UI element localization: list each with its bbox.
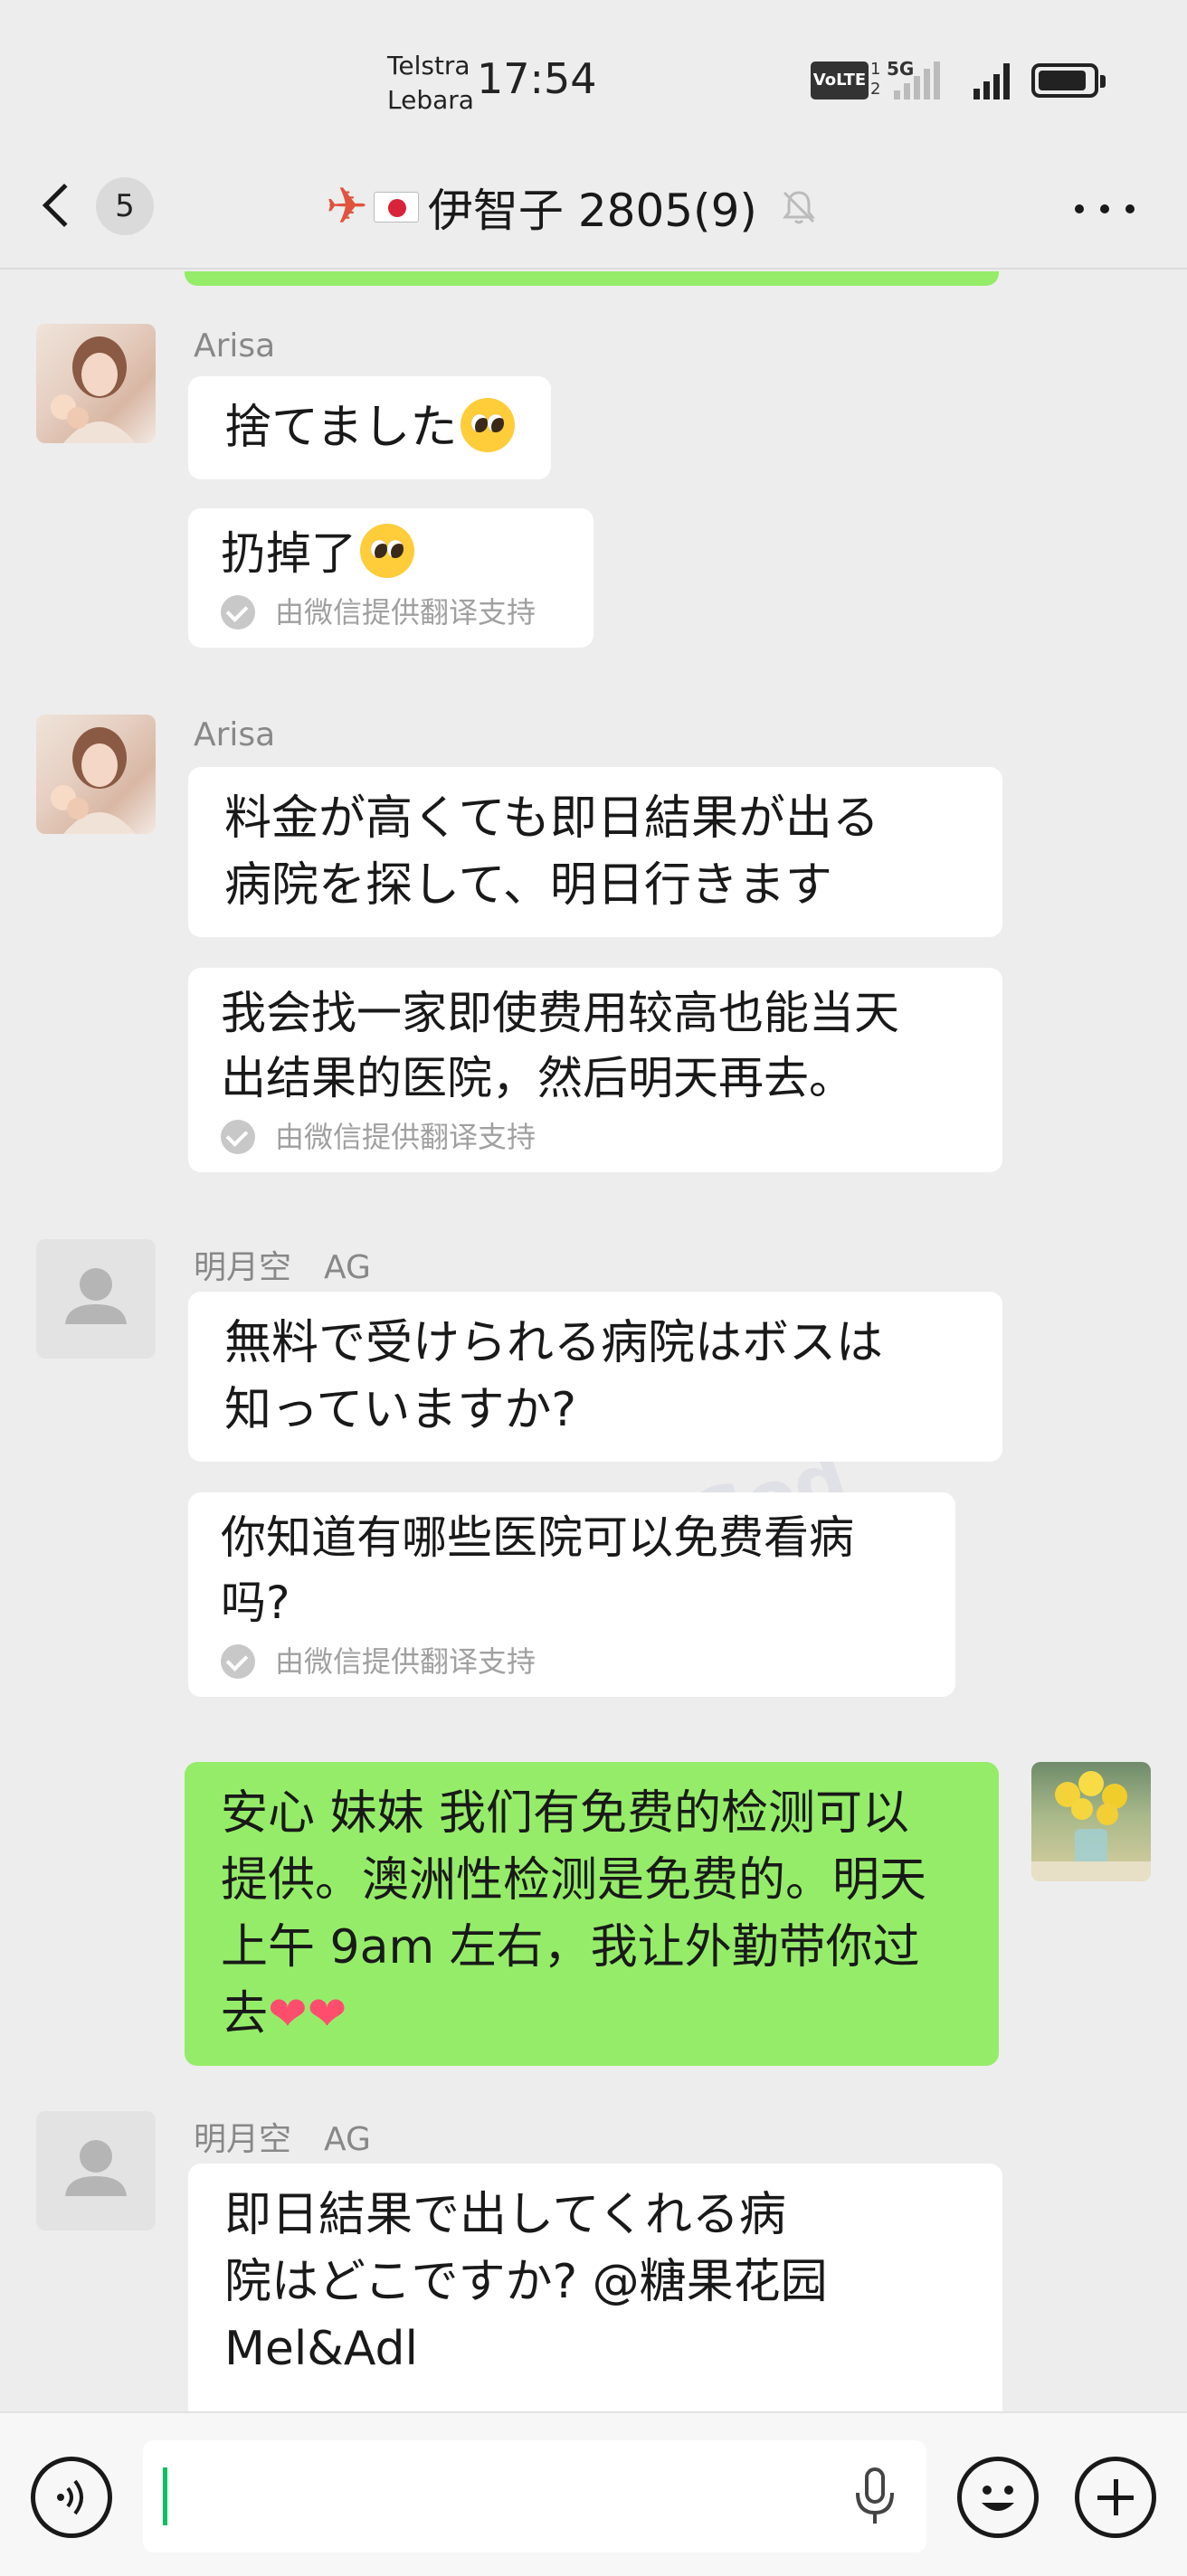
- translation-text: 扔掉了: [221, 527, 356, 580]
- avatar[interactable]: [36, 2111, 156, 2230]
- message-list[interactable]: CatchGod Arisa 捨てました 扔掉了 由微信提供翻译支持 Arisa: [0, 271, 1187, 2411]
- translation-bubble[interactable]: 我会找一家即使费用较高也能当天 出结果的医院，然后明天再去。 由微信提供翻译支持: [188, 968, 1002, 1172]
- my-avatar[interactable]: [1031, 1762, 1151, 1881]
- input-bar: [0, 2411, 1187, 2576]
- sim-indicator: 1 2: [870, 60, 880, 99]
- voice-wave-icon: [57, 2479, 83, 2515]
- carrier-2: Lebara: [387, 85, 474, 115]
- unread-count-badge: 5: [96, 177, 154, 235]
- sent-message-bubble[interactable]: 安心 妹妹 我们有免费的检测可以 提供。澳洲性检测是免费的。明天 上午 9am …: [185, 1762, 999, 2066]
- avatar[interactable]: [36, 324, 156, 443]
- message-text-line: Mel&Adl: [224, 2322, 418, 2376]
- message-text-line: 料金が高くても即日結果が出る: [224, 791, 879, 846]
- translation-text-line: 出结果的医院，然后明天再去。: [221, 1052, 854, 1104]
- translation-note: 由微信提供翻译支持: [221, 1114, 970, 1160]
- check-circle-icon: [221, 1644, 255, 1679]
- status-bar: Telstra Lebara 17:54 VoLTE 1 2 5G: [0, 0, 1187, 145]
- message-text-line: 即日結果で出してくれる病: [224, 2188, 786, 2242]
- profile-photo-icon: [51, 336, 136, 443]
- message-text-line: 提供。澳洲性检测是免费的。明天: [221, 1853, 927, 1908]
- translation-note-text: 由微信提供翻译支持: [275, 1120, 537, 1154]
- chat-header: 5 ✈ 伊智子 2805(9): [0, 145, 1187, 270]
- dot-icon: [1125, 204, 1135, 213]
- translation-text-line: 我会找一家即使费用较高也能当天: [221, 987, 899, 1039]
- message-bubble[interactable]: 料金が高くても即日結果が出る 病院を探して、明日行きます: [188, 767, 1002, 937]
- back-button[interactable]: 5: [36, 168, 163, 250]
- message-bubble[interactable]: 即日結果で出してくれる病 院はどこですか? @糖果花园 Mel&Adl: [188, 2164, 1002, 2411]
- battery-level: [1039, 71, 1086, 90]
- translation-bubble[interactable]: 你知道有哪些医院可以免费看病 吗? 由微信提供翻译支持: [188, 1492, 955, 1697]
- check-circle-icon: [221, 595, 255, 630]
- message-bubble[interactable]: 捨てました: [188, 376, 552, 479]
- dot-icon: [1075, 204, 1084, 213]
- chat-title[interactable]: ✈ 伊智子 2805(9): [326, 166, 869, 248]
- dot-icon: [1100, 204, 1109, 213]
- default-user-icon: [65, 2140, 127, 2196]
- avatar[interactable]: [36, 1239, 156, 1359]
- message-input[interactable]: [143, 2440, 926, 2552]
- microphone-icon[interactable]: [850, 2466, 899, 2529]
- message-text-line: 院はどこですか? @糖果花园: [224, 2255, 828, 2309]
- carrier-1: Telstra: [387, 51, 470, 80]
- sender-name: Arisa: [194, 716, 276, 753]
- translation-text-line: 吗?: [221, 1577, 290, 1629]
- translation-bubble[interactable]: 扔掉了 由微信提供翻译支持: [188, 508, 594, 648]
- translation-note: 由微信提供翻译支持: [221, 1639, 923, 1684]
- signal-icon-sim1: [894, 62, 940, 99]
- pleading-face-emoji: [360, 524, 414, 578]
- text-cursor: [163, 2467, 167, 2525]
- message-text-line: 去: [221, 1987, 269, 2041]
- smiley-icon: [982, 2486, 1014, 2511]
- emoji-button[interactable]: [957, 2457, 1039, 2538]
- chevron-left-icon: [42, 183, 87, 228]
- status-time: 17:54: [477, 54, 597, 103]
- carrier-labels: Telstra Lebara: [387, 49, 474, 118]
- message-text-line: 無料で受けられる病院はボスは: [224, 1316, 884, 1370]
- default-user-icon: [65, 1268, 127, 1324]
- message-bubble-partial[interactable]: [185, 271, 999, 286]
- more-options-button[interactable]: [1071, 186, 1138, 232]
- translation-text-line: 你知道有哪些医院可以免费看病: [221, 1511, 854, 1564]
- group-name: 伊智子 2805(9): [427, 185, 757, 237]
- translation-note: 由微信提供翻译支持: [221, 590, 561, 635]
- check-circle-icon: [221, 1120, 255, 1154]
- sender-name: 明月空 AG: [194, 1249, 371, 1286]
- sim-2-label: 2: [870, 80, 881, 99]
- battery-icon: [1031, 63, 1106, 98]
- sender-name: 明月空 AG: [194, 2121, 371, 2158]
- profile-photo-icon: [51, 727, 136, 834]
- red-heart-emoji: ❤: [307, 1987, 347, 2041]
- voice-input-button[interactable]: [31, 2457, 112, 2538]
- message-text-line: 病院を探して、明日行きます: [224, 858, 832, 913]
- mute-bell-icon: [782, 191, 816, 224]
- flowers-photo-icon: [1031, 1771, 1151, 1881]
- signal-icon-sim2: [973, 63, 1010, 99]
- sim-1-label: 1: [870, 60, 881, 79]
- more-functions-button[interactable]: [1075, 2457, 1156, 2538]
- airplane-icon: ✈: [326, 177, 368, 236]
- translation-note-text: 由微信提供翻译支持: [275, 595, 537, 630]
- sender-name: Arisa: [194, 327, 276, 365]
- red-heart-emoji: ❤: [268, 1987, 308, 2041]
- pleading-face-emoji: [461, 398, 516, 452]
- japan-flag-icon: [373, 192, 419, 223]
- volte-icon: VoLTE: [811, 62, 869, 99]
- message-text-line: 上午 9am 左右，我让外勤带你过: [221, 1920, 920, 1975]
- message-bubble[interactable]: 無料で受けられる病院はボスは 知っていますか?: [188, 1292, 1002, 1462]
- message-text-line: 知っていますか?: [224, 1383, 576, 1437]
- message-text: 捨てました: [224, 401, 458, 455]
- translation-note-text: 由微信提供翻译支持: [275, 1644, 537, 1679]
- avatar[interactable]: [36, 715, 156, 834]
- message-text-line: 安心 妹妹 我们有免费的检测可以: [221, 1786, 910, 1841]
